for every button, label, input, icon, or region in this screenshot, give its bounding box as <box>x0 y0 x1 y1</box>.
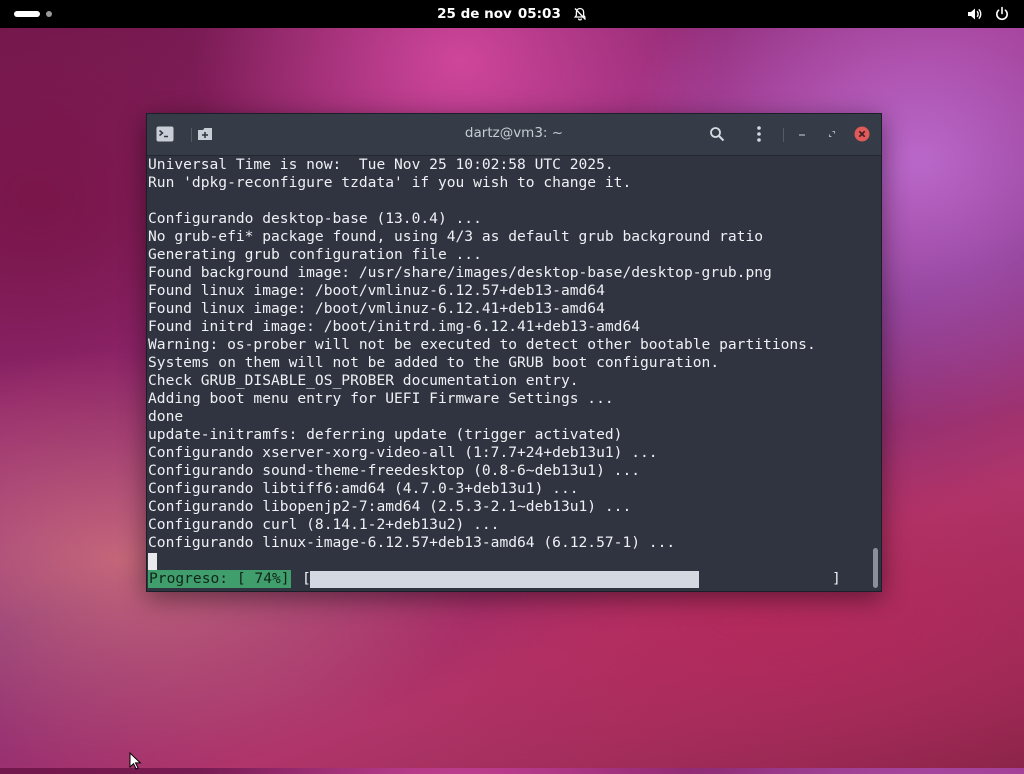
output-line: Generating grub configuration file ... <box>148 246 482 263</box>
progress-label: Progreso: [ 74%] <box>148 570 291 588</box>
output-line: Configurando libtiff6:amd64 (4.7.0-3+deb… <box>148 480 579 497</box>
top-bar: 25 de nov 05:03 <box>0 0 1024 28</box>
output-line: Configurando libopenjp2-7:amd64 (2.5.3-2… <box>148 498 632 515</box>
output-line: Systems on them will not be added to the… <box>148 354 720 371</box>
kebab-menu-icon[interactable] <box>749 124 769 144</box>
progress-bar-track <box>310 571 835 588</box>
output-line: No grub-efi* package found, using 4/3 as… <box>148 228 764 245</box>
workspace-dot <box>46 11 52 17</box>
output-line: Found initrd image: /boot/initrd.img-6.1… <box>148 318 641 335</box>
output-line: Adding boot menu entry for UEFI Firmware… <box>148 390 614 407</box>
output-line: Universal Time is now: Tue Nov 25 10:02:… <box>148 156 614 173</box>
scrollbar[interactable] <box>873 548 878 588</box>
output-line: Found linux image: /boot/vmlinuz-6.12.57… <box>148 282 605 299</box>
power-icon[interactable] <box>994 6 1010 22</box>
bell-off-icon <box>573 7 587 21</box>
output-line: Configurando linux-image-6.12.57+deb13-a… <box>148 534 676 551</box>
title-bar[interactable]: dartz@vm3: ~ <box>147 114 881 156</box>
titlebar-separator <box>191 128 192 142</box>
output-line: Found background image: /usr/share/image… <box>148 264 772 281</box>
mouse-pointer-icon <box>129 751 143 770</box>
progress-bar-fill <box>310 571 699 588</box>
close-icon[interactable] <box>852 124 872 144</box>
output-line: Configurando curl (8.14.1-2+deb13u2) ... <box>148 516 500 533</box>
search-icon[interactable] <box>707 124 727 144</box>
output-line: Configurando sound-theme-freedesktop (0.… <box>148 462 641 479</box>
new-tab-icon[interactable] <box>195 124 215 144</box>
output-line: Check GRUB_DISABLE_OS_PROBER documentati… <box>148 372 579 389</box>
maximize-icon[interactable] <box>822 124 842 144</box>
minimize-icon[interactable] <box>792 124 812 144</box>
progress-bracket-close: ] <box>832 570 841 587</box>
workspace-pill <box>14 11 40 17</box>
progress-line: Progreso: [ 74%] [ ] <box>148 570 868 588</box>
activities-indicator[interactable] <box>14 8 54 20</box>
output-line: Configurando xserver-xorg-video-all (1:7… <box>148 444 658 461</box>
output-line: done <box>148 408 184 425</box>
terminal-icon[interactable] <box>155 124 175 144</box>
volume-icon[interactable] <box>966 6 982 22</box>
output-line: Run 'dpkg-reconfigure tzdata' if you wis… <box>148 174 632 191</box>
clock-time: 05:03 <box>517 6 561 22</box>
system-tray[interactable] <box>966 6 1010 22</box>
titlebar-separator <box>783 128 784 142</box>
output-line: Warning: os-prober will not be executed … <box>148 336 816 353</box>
clock[interactable]: 25 de nov 05:03 <box>430 5 594 23</box>
window-title: dartz@vm3: ~ <box>464 125 564 141</box>
text-cursor <box>148 553 157 570</box>
clock-date: 25 de nov <box>437 6 512 22</box>
cursor-line <box>148 552 868 570</box>
output-line: Configurando desktop-base (13.0.4) ... <box>148 210 482 227</box>
output-line: update-initramfs: deferring update (trig… <box>148 426 623 443</box>
output-line: Found linux image: /boot/vmlinuz-6.12.41… <box>148 300 605 317</box>
terminal-output[interactable]: Universal Time is now: Tue Nov 25 10:02:… <box>148 156 868 588</box>
terminal-window[interactable]: dartz@vm3: ~ Universal Time is now: Tue … <box>146 113 882 592</box>
